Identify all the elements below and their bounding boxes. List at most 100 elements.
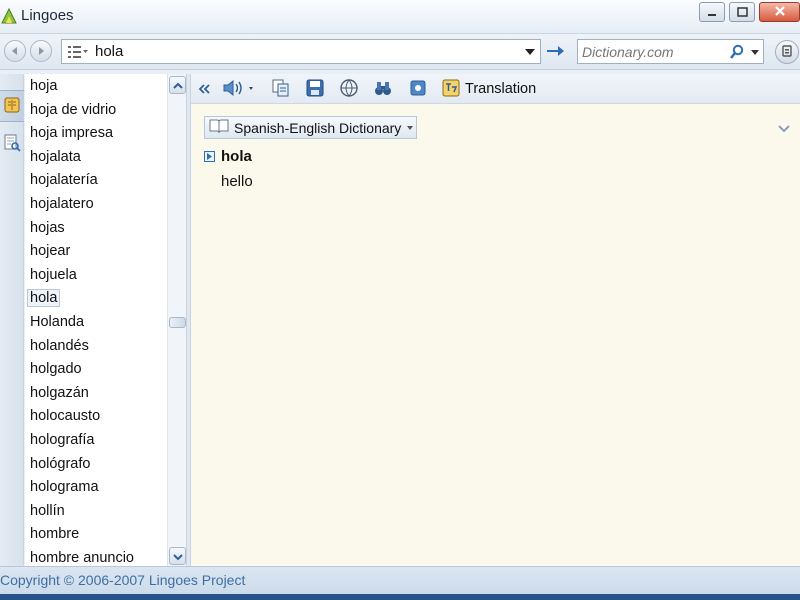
- book-icon: [209, 118, 229, 137]
- list-item-label: holocausto: [30, 408, 101, 425]
- menu-button[interactable]: [775, 40, 799, 64]
- web-button[interactable]: [338, 78, 360, 100]
- back-button[interactable]: [4, 40, 26, 62]
- save-button[interactable]: [304, 78, 326, 100]
- list-item[interactable]: holgazán: [25, 382, 167, 404]
- word-list: hoja hoja de vidrio hoja impresa hojalata ho…: [25, 74, 167, 566]
- list-item[interactable]: holandés: [25, 335, 167, 357]
- list-item[interactable]: hombre: [25, 523, 167, 545]
- list-item-label: hojalatero: [30, 196, 94, 212]
- translation-label: Translation: [465, 81, 537, 97]
- scroll-thumb[interactable]: [169, 317, 186, 328]
- list-item[interactable]: holocausto: [25, 405, 167, 427]
- dictionary-book-icon: [3, 96, 21, 117]
- entry-definition: hello: [221, 173, 253, 190]
- list-item-label: hojalata: [30, 148, 81, 165]
- main-toolbar: [0, 34, 800, 70]
- copyright-text: Copyright © 2006-2007 Lingoes Project: [0, 572, 246, 588]
- list-item[interactable]: hojuela: [25, 264, 167, 286]
- list-item-label: holograma: [30, 479, 99, 496]
- list-item[interactable]: hoja impresa: [25, 122, 167, 144]
- translation-icon: [441, 78, 461, 101]
- maximize-button[interactable]: [729, 2, 755, 22]
- list-item-label: hojalatería: [30, 172, 98, 189]
- scroll-down-button[interactable]: [169, 547, 186, 565]
- list-item[interactable]: hoja: [25, 75, 167, 97]
- speaker-icon: [222, 78, 258, 101]
- chevron-down-icon[interactable]: [777, 121, 791, 133]
- find-button[interactable]: [372, 78, 394, 100]
- window-title: Lingoes: [21, 7, 74, 24]
- bottom-strip: [0, 594, 800, 600]
- search-doc-tab[interactable]: [0, 128, 24, 160]
- magnifier-icon[interactable]: [728, 44, 746, 60]
- save-icon: [305, 78, 325, 101]
- dictionary-header[interactable]: Spanish-English Dictionary: [204, 116, 417, 139]
- status-bar: Copyright © 2006-2007 Lingoes Project: [0, 566, 800, 594]
- list-item-label: holgado: [30, 361, 82, 378]
- list-item[interactable]: hológrafo: [25, 453, 167, 475]
- pin-button[interactable]: [407, 78, 429, 100]
- list-item-label: hoja: [30, 78, 58, 94]
- list-item[interactable]: hojalata: [25, 146, 167, 168]
- list-icon[interactable]: [67, 44, 89, 60]
- list-item-label: hollín: [30, 502, 65, 519]
- chevron-up-icon: [172, 77, 183, 93]
- dictionary-title: Spanish-English Dictionary: [234, 119, 402, 136]
- chevron-down-icon: [172, 548, 183, 564]
- word-list-scrollbar[interactable]: [167, 74, 186, 566]
- binoculars-icon: [373, 78, 393, 101]
- result-panel: Translation Spanish-English Dictionary h…: [191, 74, 800, 566]
- list-item[interactable]: hoja de vidrio: [25, 99, 167, 121]
- dictionary-tab[interactable]: [0, 90, 24, 122]
- search-doc-icon: [3, 134, 21, 155]
- list-item-label: hombre anuncio: [30, 550, 134, 566]
- copy-icon: [271, 78, 291, 101]
- list-item[interactable]: hola: [25, 287, 167, 309]
- search-box: [61, 39, 541, 64]
- minimize-button[interactable]: [699, 2, 725, 22]
- list-item-label: hojuela: [30, 266, 77, 283]
- list-item-label: hoja impresa: [30, 125, 114, 142]
- speak-button[interactable]: [221, 78, 259, 100]
- search-input[interactable]: [95, 42, 515, 61]
- list-item[interactable]: hojalatero: [25, 193, 167, 215]
- list-item[interactable]: holograma: [25, 476, 167, 498]
- list-item-label: hológrafo: [30, 455, 91, 472]
- pin-icon: [408, 78, 428, 101]
- list-item[interactable]: hojas: [25, 217, 167, 239]
- web-search-dropdown-icon[interactable]: [751, 50, 759, 55]
- entry-headword: hola: [221, 148, 252, 165]
- web-search-input[interactable]: [582, 42, 722, 61]
- collapse-left-button[interactable]: [195, 78, 213, 100]
- list-item-label: hojas: [30, 219, 65, 236]
- list-item[interactable]: Holanda: [25, 311, 167, 333]
- close-button[interactable]: [759, 2, 800, 22]
- scroll-up-button[interactable]: [169, 76, 186, 94]
- forward-arrow-icon: [36, 43, 46, 59]
- list-item[interactable]: holografía: [25, 429, 167, 451]
- result-toolbar: Translation: [191, 74, 800, 104]
- go-button[interactable]: [543, 40, 567, 64]
- menu-icon: [781, 44, 793, 60]
- translation-button[interactable]: Translation: [441, 78, 536, 100]
- search-dropdown-icon[interactable]: [525, 49, 535, 55]
- entry-play-icon[interactable]: [204, 151, 215, 162]
- list-item[interactable]: hombre anuncio: [25, 547, 167, 566]
- list-item[interactable]: hollín: [25, 500, 167, 522]
- minimize-icon: [707, 4, 717, 20]
- copy-button[interactable]: [270, 78, 292, 100]
- go-arrow-icon: [545, 42, 565, 63]
- close-icon: [774, 4, 786, 20]
- list-item[interactable]: hojear: [25, 240, 167, 262]
- list-item[interactable]: hojalatería: [25, 169, 167, 191]
- side-rail: [0, 74, 24, 566]
- lingoes-logo-icon: [0, 7, 18, 25]
- list-item-label: Holanda: [30, 314, 85, 330]
- list-item-label: holgazán: [30, 384, 89, 401]
- list-item-label: hoja de vidrio: [30, 101, 117, 118]
- list-item-label: holandés: [30, 337, 89, 354]
- collapse-left-icon: [198, 81, 210, 97]
- forward-button[interactable]: [30, 40, 52, 62]
- list-item[interactable]: holgado: [25, 358, 167, 380]
